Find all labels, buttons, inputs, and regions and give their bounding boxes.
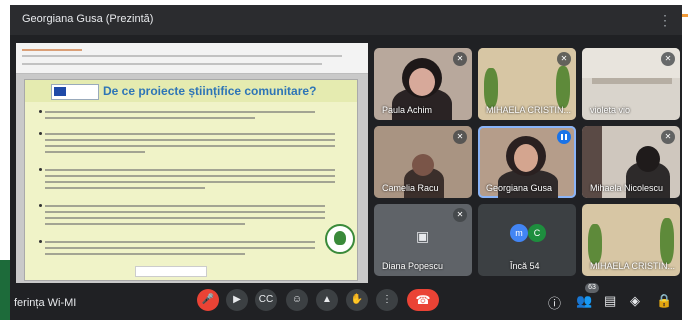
bullet-text xyxy=(45,247,315,249)
bullet-text xyxy=(45,211,325,213)
captions-icon[interactable]: CC xyxy=(255,289,277,311)
camera-icon[interactable]: ▶ xyxy=(226,289,248,311)
people-count-badge: 63 xyxy=(585,283,599,293)
bullet-icon xyxy=(39,132,42,135)
meet-window: Georgiana Gusa (Prezintă) ⋮ De ce proiec… xyxy=(10,5,682,320)
bullet-text xyxy=(45,241,315,243)
mic-off-icon: ✕ xyxy=(661,130,675,144)
mic-off-icon: ✕ xyxy=(557,52,571,66)
plant xyxy=(588,224,602,264)
participant-tile[interactable]: ▣ ✕ Diana Popescu xyxy=(374,204,472,276)
participant-name: Paula Achim xyxy=(382,105,433,115)
end-call-button[interactable]: ☎ xyxy=(407,289,439,311)
bullet-text xyxy=(45,223,245,225)
plant xyxy=(484,68,498,108)
mic-off-icon[interactable]: 🎤 xyxy=(197,289,219,311)
slide-footer-logos xyxy=(135,266,207,277)
participant-tile[interactable]: MIHAELA CRISTIN... xyxy=(582,204,680,276)
participant-tile[interactable]: ✕ violeta vio xyxy=(582,48,680,120)
bullet-text xyxy=(45,145,335,147)
ribbon-text xyxy=(22,49,82,51)
speaking-icon xyxy=(557,130,571,144)
shelf xyxy=(592,78,672,84)
participant-name: MIHAELA CRISTIN... xyxy=(590,261,676,271)
participant-face xyxy=(514,144,538,172)
mic-off-icon: ✕ xyxy=(661,52,675,66)
participant-tile[interactable]: ✕ Paula Achim xyxy=(374,48,472,120)
bullet-icon xyxy=(39,240,42,243)
participant-tile[interactable]: ✕ Mihaela Nicolescu xyxy=(582,126,680,198)
info-icon[interactable]: ⓘ xyxy=(548,293,561,312)
eu-logo xyxy=(51,84,99,100)
powerpoint-ribbon xyxy=(16,43,368,74)
bullet-text xyxy=(45,139,335,141)
bullet-text xyxy=(45,217,325,219)
slide-header: De ce proiecte științifice comunitare? xyxy=(25,80,357,102)
bullet-text xyxy=(45,169,335,171)
camera-off-icon: ▣ xyxy=(416,228,430,244)
participant-tile[interactable]: ✕ MIHAELA CRISTIN... xyxy=(478,48,576,120)
bullet-text xyxy=(45,133,335,135)
participant-face xyxy=(412,154,434,176)
participant-name: MIHAELA CRISTIN... xyxy=(486,105,572,115)
title-bar: Georgiana Gusa (Prezintă) ⋮ xyxy=(10,5,682,35)
activities-icon[interactable]: ◈ xyxy=(630,293,640,309)
participant-face xyxy=(409,68,435,96)
bullet-icon xyxy=(39,110,42,113)
raise-hand-icon[interactable]: ✋ xyxy=(346,289,368,311)
bullet-text xyxy=(45,175,335,177)
slide-title: De ce proiecte științifice comunitare? xyxy=(103,84,317,98)
present-icon[interactable]: ▲ xyxy=(316,289,338,311)
bullet-text xyxy=(45,151,145,153)
bullet-text xyxy=(45,205,325,207)
people-icon[interactable]: 👥 xyxy=(576,293,592,309)
more-options-icon[interactable]: ⋮ xyxy=(376,289,398,311)
participant-name: Georgiana Gusa xyxy=(486,183,553,193)
more-vert-icon[interactable]: ⋮ xyxy=(658,12,672,29)
plant xyxy=(660,218,674,264)
participant-tile-active[interactable]: Georgiana Gusa xyxy=(478,126,576,198)
avatar: m xyxy=(510,224,528,242)
bullet-text xyxy=(45,253,245,255)
presenter-title: Georgiana Gusa (Prezintă) xyxy=(22,13,154,25)
participant-name: Diana Popescu xyxy=(382,261,444,271)
participant-hair xyxy=(636,146,660,172)
plant xyxy=(556,66,570,108)
bullet-icon xyxy=(39,204,42,207)
presentation-slide: De ce proiecte științifice comunitare? xyxy=(24,79,358,281)
participant-tile[interactable]: ✕ Camelia Racu xyxy=(374,126,472,198)
meeting-name: ferința Wi-MI xyxy=(14,297,77,309)
more-participants-label: Încă 54 xyxy=(510,261,540,271)
shared-screen: De ce proiecte științifice comunitare? xyxy=(16,43,368,283)
participant-name: violeta vio xyxy=(590,105,631,115)
mic-off-icon: ✕ xyxy=(453,208,467,222)
mic-off-icon: ✕ xyxy=(453,130,467,144)
bullet-icon xyxy=(39,168,42,171)
participant-name: Camelia Racu xyxy=(382,183,439,193)
ribbon-tools xyxy=(22,55,342,57)
bullet-text xyxy=(45,117,255,119)
emoji-icon[interactable]: ☺ xyxy=(286,289,308,311)
bullet-text xyxy=(45,187,205,189)
host-controls-icon[interactable]: 🔒 xyxy=(656,293,672,309)
participant-name: Mihaela Nicolescu xyxy=(590,183,664,193)
bullet-text xyxy=(45,181,335,183)
end-call-icon: ☎ xyxy=(415,293,431,307)
bullet-text xyxy=(45,111,315,113)
chat-icon[interactable]: ▤ xyxy=(604,293,616,309)
project-emblem xyxy=(325,224,355,254)
more-participants-tile[interactable]: m C Încă 54 xyxy=(478,204,576,276)
avatar: C xyxy=(528,224,546,242)
ribbon-tools-2 xyxy=(22,63,322,65)
mic-off-icon: ✕ xyxy=(453,52,467,66)
